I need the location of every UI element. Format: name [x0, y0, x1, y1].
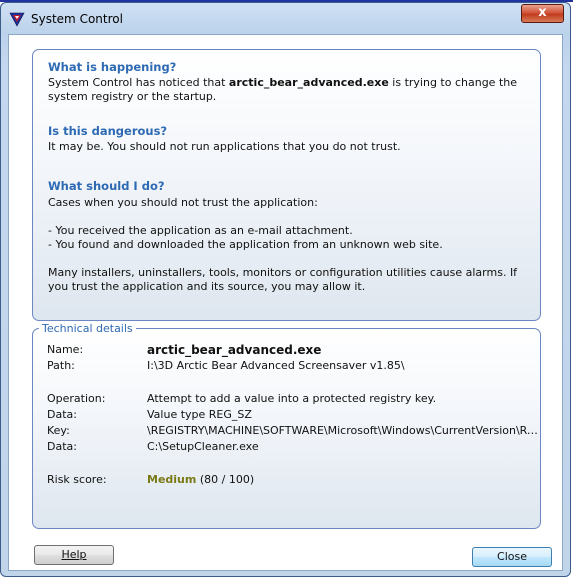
close-icon: x	[538, 5, 547, 20]
window-title: System Control	[31, 12, 123, 26]
operation-value: Attempt to add a value into a protected …	[147, 392, 437, 405]
data-value: Value type REG_SZ	[147, 408, 252, 421]
what-should-i-do-footer: Many installers, uninstallers, tools, mo…	[48, 266, 518, 293]
heading-what-should-i-do: What should I do?	[48, 179, 165, 193]
risk-level: Medium	[147, 473, 197, 486]
technical-details-legend: Technical details	[39, 322, 136, 335]
risk-score-value: Medium (80 / 100)	[147, 473, 539, 486]
what-should-i-do-intro: Cases when you should not trust the appl…	[48, 196, 318, 209]
path-label: Path:	[47, 359, 75, 372]
list-item: - You found and downloaded the applicati…	[48, 238, 443, 251]
technical-details-panel: Technical details Name: arctic_bear_adva…	[32, 322, 541, 529]
heading-what-is-happening: What is happening?	[48, 60, 177, 74]
is-this-dangerous-text: It may be. You should not run applicatio…	[48, 140, 401, 153]
text-prefix: System Control has noticed that	[48, 76, 229, 89]
name-label: Name:	[47, 343, 84, 356]
shield-icon	[9, 12, 25, 27]
name-value: arctic_bear_advanced.exe	[147, 343, 322, 357]
detail-row-risk-score: Risk score: Medium (80 / 100)	[47, 473, 537, 487]
operation-label: Operation:	[47, 392, 106, 405]
help-button[interactable]: Help	[34, 545, 114, 565]
close-button-label: Close	[497, 550, 527, 563]
app-name-inline: arctic_bear_advanced.exe	[228, 76, 389, 89]
info-panel: What is happening? System Control has no…	[32, 49, 541, 321]
risk-score-number: (80 / 100)	[199, 473, 255, 486]
detail-row-data: Data: Value type REG_SZ	[47, 408, 537, 422]
title-bar[interactable]: System Control x	[1, 3, 570, 35]
detail-row-name: Name: arctic_bear_advanced.exe	[47, 343, 537, 357]
detail-row-operation: Operation: Attempt to add a value into a…	[47, 392, 537, 406]
what-is-happening-text: System Control has noticed that arctic_b…	[48, 76, 528, 104]
detail-row-key: Key: \REGISTRY\MACHINE\SOFTWARE\Microsof…	[47, 424, 539, 438]
window-close-button[interactable]: x	[521, 4, 564, 23]
data-label: Data:	[47, 408, 77, 421]
data-label-2: Data:	[47, 440, 77, 453]
help-button-label: Help	[61, 548, 87, 561]
path-value: I:\3D Arctic Bear Advanced Screensaver v…	[147, 359, 405, 372]
key-value: \REGISTRY\MACHINE\SOFTWARE\Microsoft\Win…	[147, 424, 539, 437]
system-control-dialog: System Control x What is happening? Syst…	[0, 2, 571, 577]
detail-row-path: Path: I:\3D Arctic Bear Advanced Screens…	[47, 359, 537, 373]
data-value-2: C:\SetupCleaner.exe	[147, 440, 259, 453]
risk-score-label: Risk score:	[47, 473, 107, 486]
dialog-content: What is happening? System Control has no…	[8, 34, 563, 571]
key-label: Key:	[47, 424, 70, 437]
heading-is-this-dangerous: Is this dangerous?	[48, 124, 168, 138]
detail-row-data-2: Data: C:\SetupCleaner.exe	[47, 440, 537, 454]
list-item: - You received the application as an e-m…	[48, 224, 353, 237]
close-button[interactable]: Close	[472, 547, 552, 567]
